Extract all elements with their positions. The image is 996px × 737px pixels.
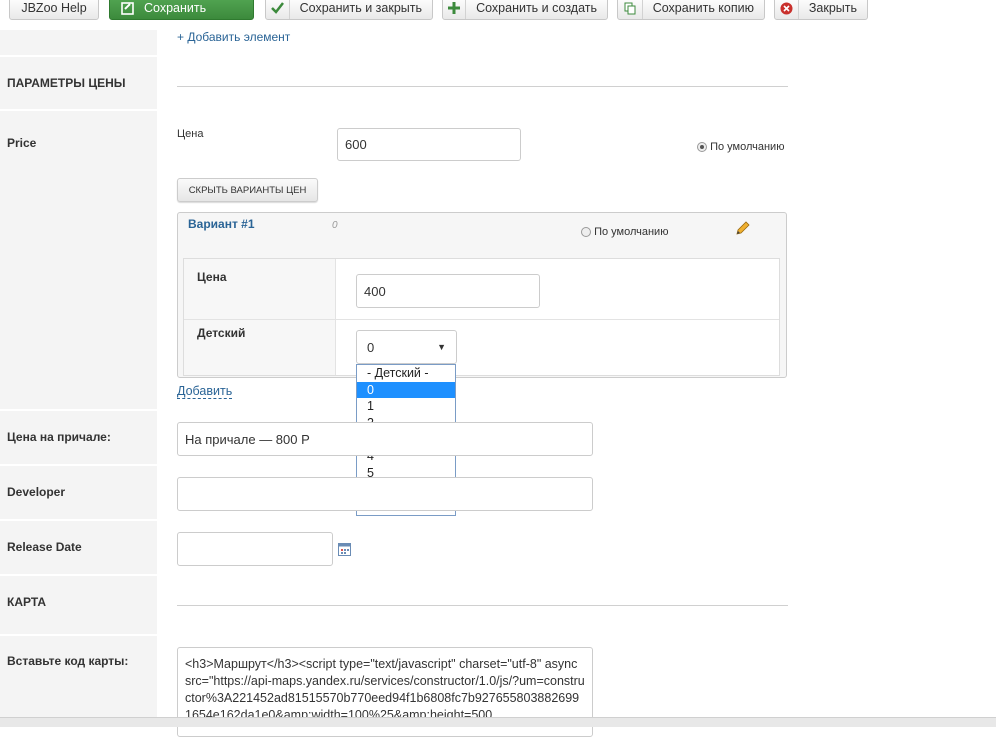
close-button-label: Закрыть — [808, 1, 857, 15]
variant-price-input[interactable]: 400 — [356, 274, 540, 308]
help-button-label: JBZoo Help — [21, 1, 87, 15]
save-copy-button-label: Сохранить копию — [652, 1, 754, 15]
calendar-icon[interactable] — [338, 543, 351, 559]
variant-row-divider — [184, 319, 779, 320]
variant-price-value: 400 — [364, 283, 386, 299]
price-default-radio[interactable]: По умолчанию — [697, 141, 784, 153]
save-close-button[interactable]: Сохранить и закрыть — [265, 0, 433, 20]
release-date-label-block: Release Date — [0, 521, 157, 574]
map-label-block: КАРТА — [0, 576, 157, 634]
add-variant-link[interactable]: Добавить — [177, 384, 233, 399]
map-heading: КАРТА — [7, 595, 47, 609]
copy-icon — [618, 0, 643, 19]
map-divider — [177, 605, 788, 606]
hide-variants-button[interactable]: СКРЫТЬ ВАРИАНТЫ ЦЕН — [177, 178, 318, 202]
radio-unselected-icon — [581, 227, 591, 238]
help-button[interactable]: JBZoo Help — [9, 0, 99, 20]
hide-variants-label: СКРЫТЬ ВАРИАНТЫ ЦЕН — [188, 184, 307, 196]
divider — [177, 86, 788, 87]
add-element-link[interactable]: + Добавить элемент — [177, 30, 290, 44]
variant-kids-label: Детский — [197, 326, 246, 340]
developer-label: Developer — [7, 485, 66, 499]
map-code-value: <h3>Маршрут</h3><script type="text/javas… — [185, 657, 585, 722]
variant-index: 0 — [332, 220, 338, 231]
plus-icon — [443, 0, 467, 19]
variant-title: Вариант #1 — [188, 217, 255, 231]
check-icon — [266, 0, 290, 19]
radio-selected-icon — [697, 142, 707, 153]
label-column-top — [0, 30, 157, 55]
developer-input[interactable] — [177, 477, 593, 511]
pier-price-label: Цена на причале: — [7, 430, 111, 444]
kids-select[interactable]: 0 ▼ — [356, 330, 457, 364]
edit-pencil-icon[interactable] — [735, 221, 750, 239]
close-icon — [775, 0, 799, 19]
price-field-label: Цена — [177, 128, 204, 140]
developer-label-block: Developer — [0, 466, 157, 519]
variant-default-label: По умолчанию — [594, 226, 669, 238]
price-input[interactable]: 600 — [337, 128, 521, 161]
dropdown-option[interactable]: - Детский - — [357, 365, 455, 382]
dropdown-option[interactable]: 0 — [357, 381, 455, 399]
variant-default-radio[interactable]: По умолчанию — [581, 226, 668, 238]
price-label: Price — [7, 136, 37, 150]
price-params-heading: ПАРАМЕТРЫ ЦЕНЫ — [7, 76, 126, 90]
save-copy-button[interactable]: Сохранить копию — [617, 0, 765, 20]
pier-price-label-block: Цена на причале: — [0, 411, 157, 464]
release-date-label: Release Date — [7, 540, 82, 554]
pier-price-input[interactable]: На причале — 800 Р — [177, 422, 593, 456]
kids-select-value: 0 — [367, 339, 375, 355]
save-new-button[interactable]: Сохранить и создать — [442, 0, 608, 20]
price-input-value: 600 — [345, 137, 367, 152]
save-icon — [110, 0, 134, 19]
pier-price-value: На причале — 800 Р — [185, 431, 310, 447]
variant-price-label: Цена — [197, 270, 227, 284]
map-code-label: Вставьте код карты: — [7, 654, 129, 668]
price-params-label-block: ПАРАМЕТРЫ ЦЕНЫ — [0, 57, 157, 109]
dropdown-option[interactable]: 1 — [357, 398, 455, 415]
save-close-button-label: Сохранить и закрыть — [299, 1, 422, 15]
price-label-block: Price — [0, 111, 157, 409]
price-default-label: По умолчанию — [710, 141, 785, 153]
save-new-button-label: Сохранить и создать — [476, 1, 597, 15]
close-button[interactable]: Закрыть — [774, 0, 868, 20]
save-button-label: Сохранить — [144, 1, 207, 15]
caret-down-icon: ▼ — [437, 342, 446, 352]
map-code-label-block: Вставьте код карты: — [0, 636, 157, 726]
save-button[interactable]: Сохранить — [109, 0, 254, 20]
release-date-input[interactable] — [177, 532, 333, 566]
